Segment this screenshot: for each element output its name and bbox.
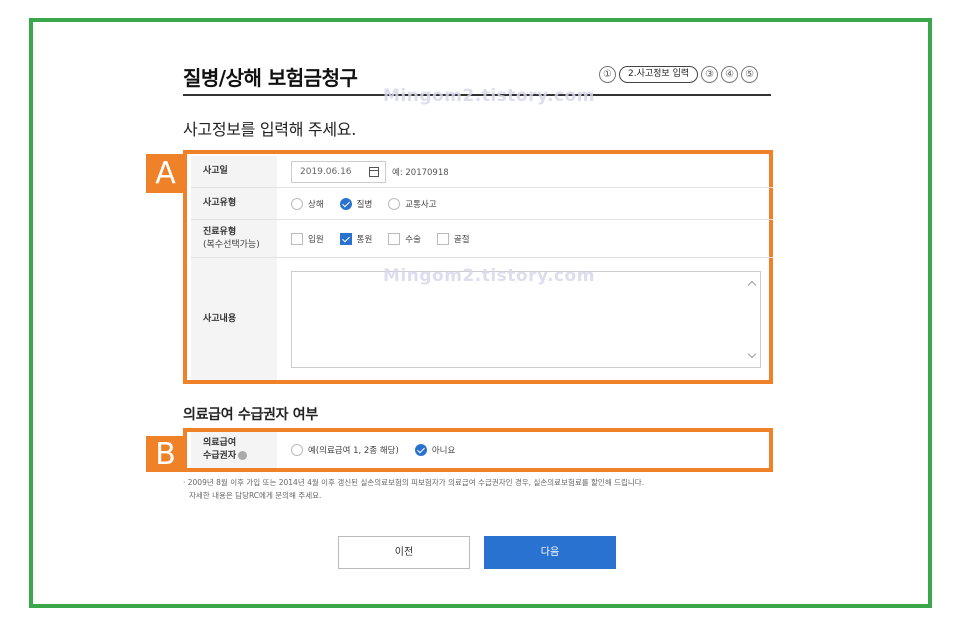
- checkbox-icon: [291, 232, 303, 245]
- treatment-type-row: 진료유형 (복수선택가능) 입원 통원 수술 골절: [191, 220, 773, 258]
- radio-medical-aid-no[interactable]: 아니요: [414, 444, 455, 456]
- medical-aid-row: 의료급여 수급권자 예(의료급여 1, 2종 해당) 아니요: [191, 432, 773, 468]
- radio-icon: [388, 197, 401, 210]
- radio-checked-icon: [339, 197, 352, 210]
- accident-date-input[interactable]: 2019.06.16: [291, 160, 386, 183]
- date-example: 예: 20170918: [392, 167, 449, 178]
- checkbox-icon: [436, 232, 449, 245]
- checkbox-fracture[interactable]: 골절: [436, 232, 470, 245]
- step-3: ③: [701, 66, 719, 83]
- prev-button[interactable]: 이전: [338, 536, 470, 569]
- step-indicator: ① 2.사고정보 입력 ③ ④ ⑤: [599, 66, 759, 83]
- radio-traffic-accident[interactable]: 교통사고: [388, 197, 437, 210]
- step-1: ①: [599, 66, 616, 83]
- radio-medical-aid-yes[interactable]: 예(의료급여 1, 2종 해당): [291, 444, 399, 456]
- accident-content-label: 사고내용: [191, 258, 277, 380]
- next-button[interactable]: 다음: [484, 536, 616, 569]
- accident-type-row: 사고유형 상해 질병 교통사고: [191, 188, 773, 220]
- scroll-up-icon[interactable]: [747, 280, 757, 289]
- accident-date-label: 사고일: [191, 156, 277, 187]
- radio-checked-icon: [414, 444, 427, 456]
- step-4: ④: [721, 66, 739, 83]
- section-subtitle: 사고정보를 입력해 주세요.: [183, 120, 356, 139]
- step-5: ⑤: [741, 66, 759, 83]
- watermark-top: Mingom2.tistory.com: [383, 86, 595, 106]
- radio-injury[interactable]: 상해: [291, 197, 324, 210]
- accident-date-row: 사고일 2019.06.16 예: 20170918: [191, 156, 773, 188]
- calendar-icon[interactable]: [369, 166, 379, 177]
- scroll-down-icon[interactable]: [747, 349, 757, 358]
- label-b-tag: B: [146, 436, 185, 472]
- accident-type-label: 사고유형: [191, 188, 277, 219]
- checkbox-checked-icon: [339, 232, 352, 245]
- step-2-active: 2.사고정보 입력: [619, 66, 699, 83]
- radio-icon: [291, 444, 303, 456]
- help-icon[interactable]: [238, 451, 248, 460]
- radio-icon: [291, 197, 303, 210]
- medical-aid-label: 의료급여 수급권자: [191, 432, 277, 468]
- medical-aid-heading: 의료급여 수급권자 여부: [183, 407, 318, 423]
- medical-aid-box: 의료급여 수급권자 예(의료급여 1, 2종 해당) 아니요: [183, 428, 773, 472]
- treatment-type-label: 진료유형 (복수선택가능): [191, 220, 277, 257]
- watermark-middle: Mingom2.tistory.com: [383, 266, 595, 286]
- checkbox-outpatient[interactable]: 통원: [339, 232, 372, 245]
- checkbox-surgery[interactable]: 수술: [388, 232, 421, 245]
- checkbox-inpatient[interactable]: 입원: [291, 232, 324, 245]
- label-a-tag: A: [146, 154, 185, 193]
- radio-illness[interactable]: 질병: [339, 197, 372, 210]
- page-title: 질병/상해 보험금청구: [183, 66, 358, 90]
- notice-text: · 2009년 8월 이후 가입 또는 2014년 4월 이후 갱신된 실손의료…: [183, 478, 645, 500]
- checkbox-icon: [388, 232, 401, 245]
